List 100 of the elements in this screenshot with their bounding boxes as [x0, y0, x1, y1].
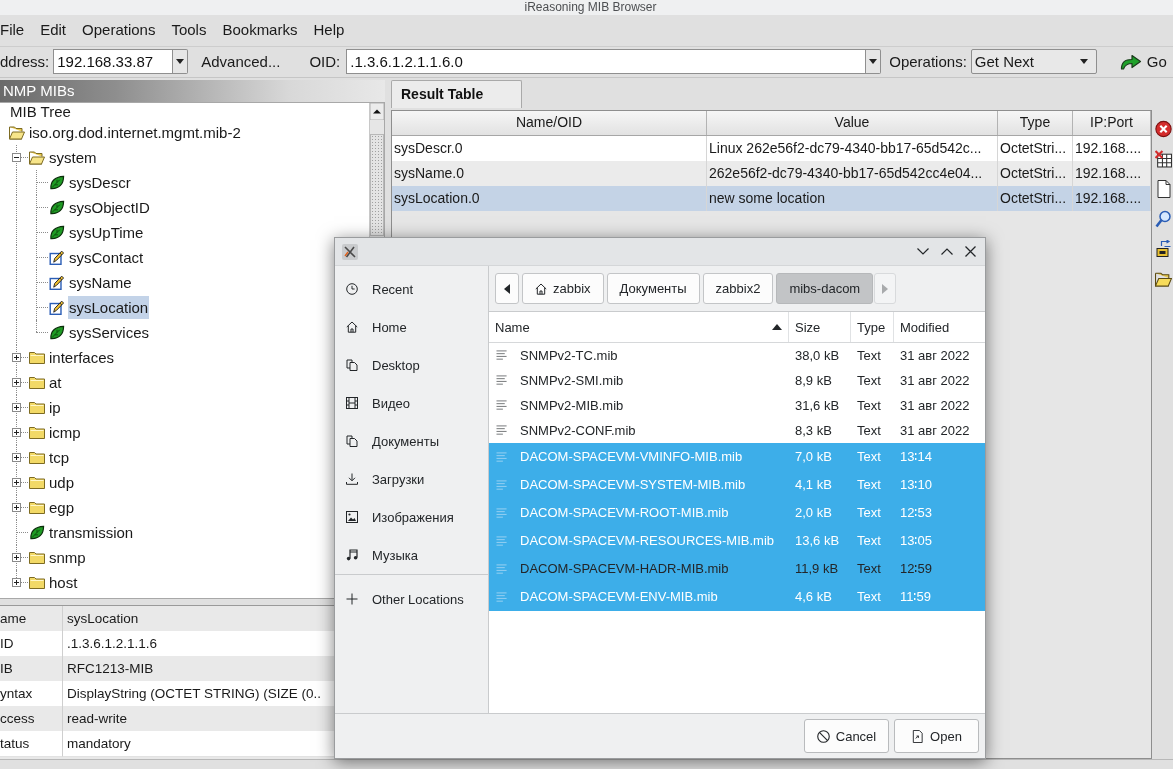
back-button[interactable]	[495, 273, 519, 304]
close-icon[interactable]	[965, 246, 976, 257]
sidebar-item[interactable]: Изображения	[335, 498, 488, 536]
column-header[interactable]: Value	[707, 110, 998, 135]
file-row[interactable]: DACOM-SPACEVM-HADR-MIB.mib 11,9 kB Text 12∶59	[489, 555, 985, 583]
table-x-icon[interactable]	[1155, 149, 1172, 168]
scroll-up-button[interactable]	[370, 102, 384, 120]
sidebar-item[interactable]: Desktop	[335, 346, 488, 384]
sidebar-item[interactable]: Home	[335, 308, 488, 346]
tree-item[interactable]: interfaces	[48, 345, 116, 369]
tree-item[interactable]: sysUpTime	[68, 220, 145, 244]
column-header[interactable]: Name	[489, 312, 789, 342]
scrollbar-thumb[interactable]	[370, 133, 384, 236]
pen-icon	[49, 274, 65, 290]
plus-icon[interactable]	[12, 577, 21, 587]
plus-icon[interactable]	[12, 452, 21, 462]
menu-item[interactable]: Edit	[32, 20, 75, 41]
text-file-icon	[496, 535, 508, 547]
table-row[interactable]: sysDescr.0 Linux 262e56f2-dc79-4340-bb17-65d542c... OctetStri... 192.168....	[392, 135, 1151, 161]
transfer-icon[interactable]	[1155, 239, 1172, 258]
tree-item[interactable]: MIB Tree	[9, 102, 72, 123]
tree-item[interactable]: host	[48, 570, 79, 594]
file-row[interactable]: SNMPv2-SMI.mib 8,9 kB Text 31 авг 2022	[489, 368, 985, 393]
sidebar-item[interactable]: Загрузки	[335, 460, 488, 498]
plus-icon[interactable]	[12, 352, 21, 362]
property-name: ID	[0, 630, 63, 657]
path-button[interactable]: Документы	[606, 273, 700, 304]
tree-item[interactable]: sysServices	[68, 320, 151, 344]
dropdown-button[interactable]	[173, 49, 189, 75]
column-header[interactable]: Type	[998, 110, 1073, 135]
column-header[interactable]: Type	[851, 312, 894, 342]
oid-field[interactable]: .1.3.6.1.2.1.1.6.0	[346, 49, 867, 75]
right-triangle-icon	[882, 283, 889, 294]
x-circle-icon[interactable]	[1155, 119, 1172, 138]
menu-item[interactable]: Tools	[163, 20, 215, 41]
tree-item[interactable]: at	[48, 370, 63, 394]
sidebar-item[interactable]: Recent	[335, 270, 488, 308]
tree-item[interactable]: icmp	[48, 420, 82, 444]
chevron-down-icon[interactable]	[917, 248, 929, 255]
tree-item[interactable]: system	[48, 145, 98, 169]
tree-item[interactable]: snmp	[48, 545, 87, 569]
address-label: ddress:	[0, 52, 50, 71]
text-file-icon	[496, 451, 508, 463]
tree-item[interactable]: transmission	[48, 520, 135, 544]
address-field[interactable]: 192.168.33.87	[53, 49, 174, 75]
file-row[interactable]: SNMPv2-TC.mib 38,0 kB Text 31 авг 2022	[489, 343, 985, 368]
menu-item[interactable]: Bookmarks	[214, 20, 306, 41]
dropdown-button[interactable]	[866, 49, 882, 75]
tree-item[interactable]: sysContact	[68, 245, 145, 269]
operations-dropdown[interactable]: Get Next	[970, 49, 1097, 75]
plus-icon[interactable]	[12, 477, 21, 487]
tree-item[interactable]: sysName	[68, 270, 133, 294]
plus-icon[interactable]	[12, 377, 21, 387]
file-row[interactable]: SNMPv2-CONF.mib 8,3 kB Text 31 авг 2022	[489, 418, 985, 443]
open-button[interactable]: Open	[894, 719, 979, 753]
tree-item[interactable]: sysDescr	[68, 170, 132, 194]
go-button[interactable]: Go	[1116, 51, 1170, 73]
tree-item[interactable]: sysObjectID	[68, 195, 151, 219]
tree-item[interactable]: egp	[48, 495, 76, 519]
file-name: SNMPv2-TC.mib	[520, 347, 618, 364]
property-name: IB	[0, 655, 63, 682]
file-type: Text	[856, 422, 882, 439]
tree-item[interactable]: iso.org.dod.internet.mgmt.mib-2	[28, 120, 242, 144]
advanced-button[interactable]: Advanced...	[198, 51, 284, 73]
cancel-button[interactable]: Cancel	[804, 719, 889, 753]
plus-icon[interactable]	[12, 552, 21, 562]
minus-icon[interactable]	[12, 152, 21, 162]
column-header[interactable]: Name/OID	[392, 110, 707, 135]
search-icon[interactable]	[1155, 209, 1172, 228]
tree-item[interactable]: tcp	[48, 445, 70, 469]
menu-item[interactable]: Help	[305, 20, 353, 41]
tree-item[interactable]: udp	[48, 470, 76, 494]
sidebar-item[interactable]: Видео	[335, 384, 488, 422]
file-modified: 13∶05	[899, 533, 933, 549]
column-header[interactable]: Modified	[894, 312, 985, 342]
folder-icon	[29, 499, 45, 515]
table-cell: 192.168....	[1073, 135, 1151, 161]
column-header[interactable]: Size	[789, 312, 851, 342]
plus-icon[interactable]	[12, 427, 21, 437]
plus-icon[interactable]	[12, 502, 21, 512]
table-row[interactable]: sysLocation.0 new some location OctetStri... 192.168....	[392, 185, 1151, 211]
menu-item[interactable]: Operations	[74, 20, 164, 41]
sidebar-item[interactable]: Документы	[335, 422, 488, 460]
document-icon[interactable]	[1155, 179, 1172, 198]
result-tab[interactable]: Result Table	[391, 79, 522, 108]
path-button[interactable]: zabbix2	[702, 273, 774, 304]
sidebar-item[interactable]: Музыка	[335, 536, 488, 574]
table-row[interactable]: sysName.0 262e56f2-dc79-4340-bb17-65d542cc4e04... OctetStri... 192.168....	[392, 160, 1151, 186]
path-button[interactable]: mibs-dacom	[776, 273, 874, 304]
column-header[interactable]: IP:Port	[1073, 110, 1151, 135]
plus-icon[interactable]	[12, 402, 21, 412]
property-value: .1.3.6.1.2.1.1.6	[63, 630, 334, 657]
chevron-up-icon[interactable]	[941, 248, 953, 255]
tree-item[interactable]: sysLocation	[68, 295, 150, 319]
table-cell: sysDescr.0	[392, 135, 707, 161]
sidebar-item[interactable]: Other Locations	[335, 580, 488, 618]
file-row[interactable]: SNMPv2-MIB.mib 31,6 kB Text 31 авг 2022	[489, 393, 985, 418]
path-button[interactable]: zabbix	[522, 273, 604, 304]
tree-item[interactable]: ip	[48, 395, 62, 419]
menu-item[interactable]: File	[0, 20, 33, 41]
